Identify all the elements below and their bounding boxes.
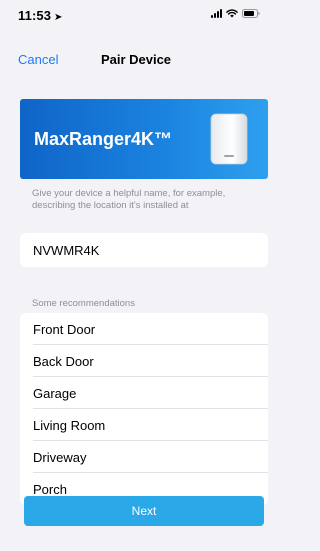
device-name-label: MaxRanger4K™: [34, 129, 173, 149]
wifi-icon: [226, 9, 238, 18]
recommendation-label: Living Room: [33, 418, 106, 433]
recommendation-label: Porch: [33, 482, 67, 497]
navigation-bar: Cancel Pair Device: [0, 44, 272, 72]
recommendations-header: Some recommendations: [32, 298, 135, 309]
recommendation-item-living-room[interactable]: Living Room: [20, 409, 268, 441]
status-time-text: 11:53: [18, 8, 52, 23]
device-banner: MaxRanger4K™: [20, 99, 268, 179]
name-hint-text: Give your device a helpful name, for exa…: [32, 188, 226, 211]
recommendation-label: Garage: [33, 386, 77, 401]
recommendation-label: Front Door: [33, 322, 96, 337]
recommendation-item-garage[interactable]: Garage: [20, 377, 268, 409]
status-bar: 11:53 ➤: [0, 0, 272, 28]
status-icons: [211, 9, 260, 18]
recommendation-item-driveway[interactable]: Driveway: [20, 441, 268, 473]
recommendation-item-back-door[interactable]: Back Door: [20, 345, 268, 377]
next-button[interactable]: Next: [24, 496, 264, 526]
recommendation-label: Back Door: [33, 354, 94, 369]
recommendation-item-front-door[interactable]: Front Door: [20, 313, 268, 345]
location-arrow-icon: ➤: [54, 12, 63, 23]
device-name-field[interactable]: [20, 233, 268, 267]
camera-device-image: [210, 113, 248, 165]
page-title: Pair Device: [100, 52, 172, 67]
cellular-signal-icon: [211, 9, 222, 18]
status-time: 11:53 ➤: [18, 8, 63, 23]
recommendation-label: Driveway: [33, 450, 87, 465]
recommendations-list: Front Door Back Door Garage Living Room …: [20, 313, 268, 505]
battery-icon: [242, 9, 260, 18]
